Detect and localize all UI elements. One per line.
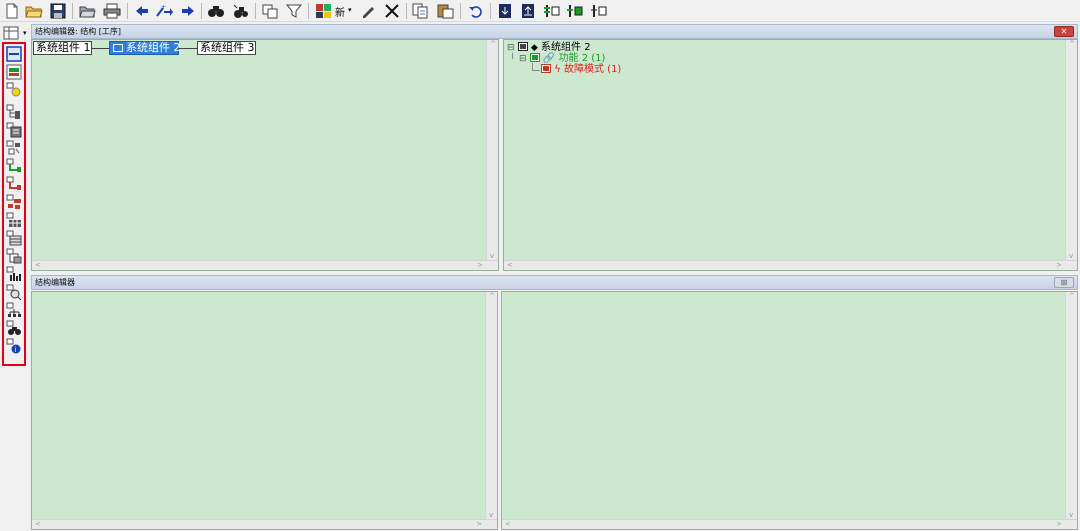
- structure-view-icon[interactable]: [6, 46, 22, 62]
- save-icon[interactable]: [49, 2, 67, 20]
- horizontal-scrollbar[interactable]: < >: [504, 260, 1077, 270]
- scroll-right-icon[interactable]: >: [477, 261, 483, 269]
- bottom-panel-titlebar: 结构编辑器 ⊠: [31, 275, 1078, 290]
- move-bottom-icon[interactable]: [519, 2, 537, 20]
- print-icon[interactable]: [103, 2, 121, 20]
- function-net-view-icon[interactable]: [6, 64, 22, 80]
- vertical-scrollbar[interactable]: ^ v: [1065, 292, 1077, 519]
- tree-view-icon[interactable]: [6, 104, 22, 120]
- horizontal-scrollbar[interactable]: < >: [502, 519, 1077, 529]
- scroll-right-icon[interactable]: >: [1056, 520, 1062, 528]
- insert-child-icon[interactable]: [590, 2, 608, 20]
- vertical-scrollbar[interactable]: ^ v: [485, 292, 497, 519]
- horizontal-scrollbar[interactable]: < >: [32, 519, 497, 529]
- vertical-scrollbar[interactable]: ^ v: [486, 40, 498, 260]
- failure-icon: [541, 64, 551, 73]
- scroll-right-icon[interactable]: >: [1056, 261, 1062, 269]
- copy-form-icon[interactable]: [6, 248, 22, 264]
- structure-node-label: 系统组件 2: [126, 41, 181, 54]
- info-icon[interactable]: i: [6, 338, 22, 354]
- table-view-icon[interactable]: [6, 230, 22, 246]
- scroll-up-icon[interactable]: ^: [490, 40, 496, 48]
- new-menu-dropdown-icon[interactable]: ▾: [348, 6, 352, 14]
- failure-tree-icon[interactable]: [6, 194, 22, 210]
- tree-function-label: 功能 2 (1): [558, 53, 606, 64]
- scroll-left-icon[interactable]: <: [35, 520, 41, 528]
- tree-failure-row[interactable]: ϟ 故障模式 (1): [541, 64, 621, 75]
- edit-pencil-icon[interactable]: [359, 2, 377, 20]
- scroll-right-icon[interactable]: >: [476, 520, 482, 528]
- insert-below-icon[interactable]: [566, 2, 584, 20]
- component-icon: [517, 42, 528, 51]
- svg-text:+: +: [161, 4, 166, 11]
- new-menu-label[interactable]: 新: [335, 4, 345, 19]
- find-binoculars-icon[interactable]: [207, 2, 225, 20]
- delete-x-icon[interactable]: [383, 2, 401, 20]
- search-view-icon[interactable]: [6, 284, 22, 300]
- scroll-down-icon[interactable]: v: [1069, 511, 1073, 519]
- bar-chart-icon[interactable]: [6, 266, 22, 282]
- open-folder-icon[interactable]: [25, 2, 43, 20]
- diamond-icon: ◆: [530, 43, 538, 53]
- structure-tree-pane[interactable]: ⊟ ◆ 系统组件 2 ⊟ 🔗 功能 2 (1) ϟ 故障模式 (1) ^ v <…: [503, 39, 1078, 271]
- left-view-toolbar: i: [2, 42, 26, 366]
- main-toolbar: + 新 ▾: [0, 0, 1080, 22]
- open-project-icon[interactable]: [78, 2, 96, 20]
- bottom-left-pane[interactable]: ^ v < >: [31, 291, 498, 530]
- new-element-icon[interactable]: [315, 2, 333, 20]
- structure-node[interactable]: 系统组件 3: [197, 41, 256, 55]
- failure-net-red-icon[interactable]: [6, 176, 22, 192]
- view-layout-dropdown-icon[interactable]: ▾: [23, 29, 27, 37]
- horizontal-scrollbar[interactable]: < >: [32, 260, 498, 270]
- vertical-scrollbar[interactable]: ^ v: [1065, 40, 1077, 260]
- scroll-up-icon[interactable]: ^: [1069, 40, 1075, 48]
- matrix-view-icon[interactable]: [6, 212, 22, 228]
- scroll-left-icon[interactable]: <: [505, 520, 511, 528]
- binoculars-view-icon[interactable]: [6, 320, 22, 336]
- copy-structure-icon[interactable]: [261, 2, 279, 20]
- lightning-icon: ϟ: [554, 64, 561, 75]
- find-next-binoculars-icon[interactable]: [232, 2, 250, 20]
- scroll-down-icon[interactable]: v: [1069, 252, 1073, 260]
- filter-icon[interactable]: [285, 2, 303, 20]
- forward-arrow-icon[interactable]: [179, 2, 197, 20]
- form-view-icon[interactable]: [6, 122, 22, 138]
- scroll-down-icon[interactable]: v: [490, 252, 494, 260]
- scroll-left-icon[interactable]: <: [35, 261, 41, 269]
- structure-node[interactable]: 系统组件 1: [33, 41, 92, 55]
- top-panel-titlebar: 结构编辑器: 结构 [工序] ✕: [31, 24, 1078, 39]
- idea-bulb-icon[interactable]: [6, 82, 22, 98]
- component-icon: [113, 44, 123, 52]
- scroll-up-icon[interactable]: ^: [489, 292, 495, 300]
- link-icon: 🔗: [542, 53, 556, 64]
- insert-above-icon[interactable]: [543, 2, 561, 20]
- view-layout-icon[interactable]: [3, 26, 19, 40]
- bottom-panel-title: 结构编辑器: [35, 278, 75, 287]
- move-top-icon[interactable]: [496, 2, 514, 20]
- back-arrow-icon[interactable]: [133, 2, 151, 20]
- scroll-up-icon[interactable]: ^: [1069, 292, 1075, 300]
- svg-text:i: i: [15, 346, 17, 354]
- jump-arrow-icon[interactable]: +: [155, 2, 173, 20]
- copy-icon[interactable]: [412, 2, 430, 20]
- bottom-right-pane[interactable]: ^ v < >: [501, 291, 1078, 530]
- new-document-icon[interactable]: [3, 2, 21, 20]
- paste-icon[interactable]: [437, 2, 455, 20]
- close-icon[interactable]: ⊠: [1054, 277, 1074, 288]
- hierarchy-icon[interactable]: [6, 302, 22, 318]
- top-panel-title: 结构编辑器: 结构 [工序]: [35, 27, 122, 36]
- structure-link: [179, 48, 197, 49]
- tree-failure-label: 故障模式 (1): [563, 64, 622, 75]
- function-net-green-icon[interactable]: [6, 158, 22, 174]
- close-icon[interactable]: ✕: [1054, 26, 1074, 37]
- structure-link: [92, 48, 109, 49]
- undo-icon[interactable]: [467, 2, 485, 20]
- structure-graph-pane[interactable]: 系统组件 1 系统组件 2 系统组件 3 ^ v < >: [31, 39, 499, 271]
- function-icon: [529, 53, 540, 62]
- function-tree-icon[interactable]: [6, 140, 22, 156]
- scroll-down-icon[interactable]: v: [489, 511, 493, 519]
- scroll-left-icon[interactable]: <: [507, 261, 513, 269]
- structure-node-selected[interactable]: 系统组件 2: [109, 41, 181, 55]
- tree-root-label: 系统组件 2: [541, 42, 591, 53]
